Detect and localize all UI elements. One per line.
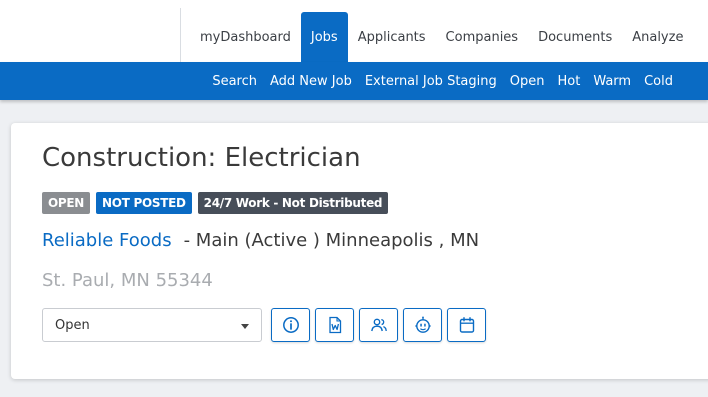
calendar-icon <box>459 317 474 333</box>
assistant-button[interactable] <box>403 308 442 342</box>
subnav-cold[interactable]: Cold <box>644 74 673 89</box>
users-icon <box>370 318 387 332</box>
distribution-badge: 24/7 Work - Not Distributed <box>197 192 389 214</box>
nav-divider <box>180 8 181 62</box>
subnav-external-job-staging[interactable]: External Job Staging <box>365 74 497 89</box>
word-document-button[interactable] <box>315 308 354 342</box>
company-line: Reliable Foods - Main (Active ) Minneapol… <box>42 230 479 251</box>
tab-applicants[interactable]: Applicants <box>348 12 436 62</box>
tab-documents[interactable]: Documents <box>528 12 622 62</box>
job-address: St. Paul, MN 55344 <box>42 270 213 291</box>
subnav-search[interactable]: Search <box>212 74 257 89</box>
subnav-hot[interactable]: Hot <box>557 74 580 89</box>
tab-jobs[interactable]: Jobs <box>300 12 348 62</box>
company-link[interactable]: Reliable Foods <box>42 230 172 251</box>
word-document-icon <box>328 316 341 334</box>
tab-companies[interactable]: Companies <box>436 12 529 62</box>
job-title: Construction: Electrician <box>42 143 361 173</box>
subnav-warm[interactable]: Warm <box>593 74 631 89</box>
robot-icon <box>414 316 431 333</box>
main-tabs: myDashboard Jobs Applicants Companies Do… <box>190 12 693 62</box>
info-icon <box>282 317 299 333</box>
subnav-add-new-job[interactable]: Add New Job <box>270 74 352 89</box>
location-detail: - Main (Active ) Minneapolis , MN <box>183 230 480 251</box>
calendar-button[interactable] <box>447 308 486 342</box>
tab-analyze[interactable]: Analyze <box>622 12 693 62</box>
status-selected-value: Open <box>55 318 90 333</box>
subnav-open[interactable]: Open <box>510 74 545 89</box>
not-posted-badge: NOT POSTED <box>96 192 192 214</box>
top-navigation: myDashboard Jobs Applicants Companies Do… <box>0 0 708 62</box>
status-select[interactable]: Open <box>42 308 262 342</box>
tab-mydashboard[interactable]: myDashboard <box>190 12 301 62</box>
info-button[interactable] <box>271 308 310 342</box>
job-detail-card: Construction: Electrician OPEN NOT POSTE… <box>11 123 708 379</box>
job-badges: OPEN NOT POSTED 24/7 Work - Not Distribu… <box>42 192 389 214</box>
job-action-buttons <box>271 308 486 342</box>
subnav-items: Search Add New Job External Job Staging … <box>212 62 673 100</box>
open-badge: OPEN <box>42 192 91 214</box>
jobs-subnav: Search Add New Job External Job Staging … <box>0 62 708 100</box>
chevron-down-icon <box>241 324 249 329</box>
applicants-button[interactable] <box>359 308 398 342</box>
